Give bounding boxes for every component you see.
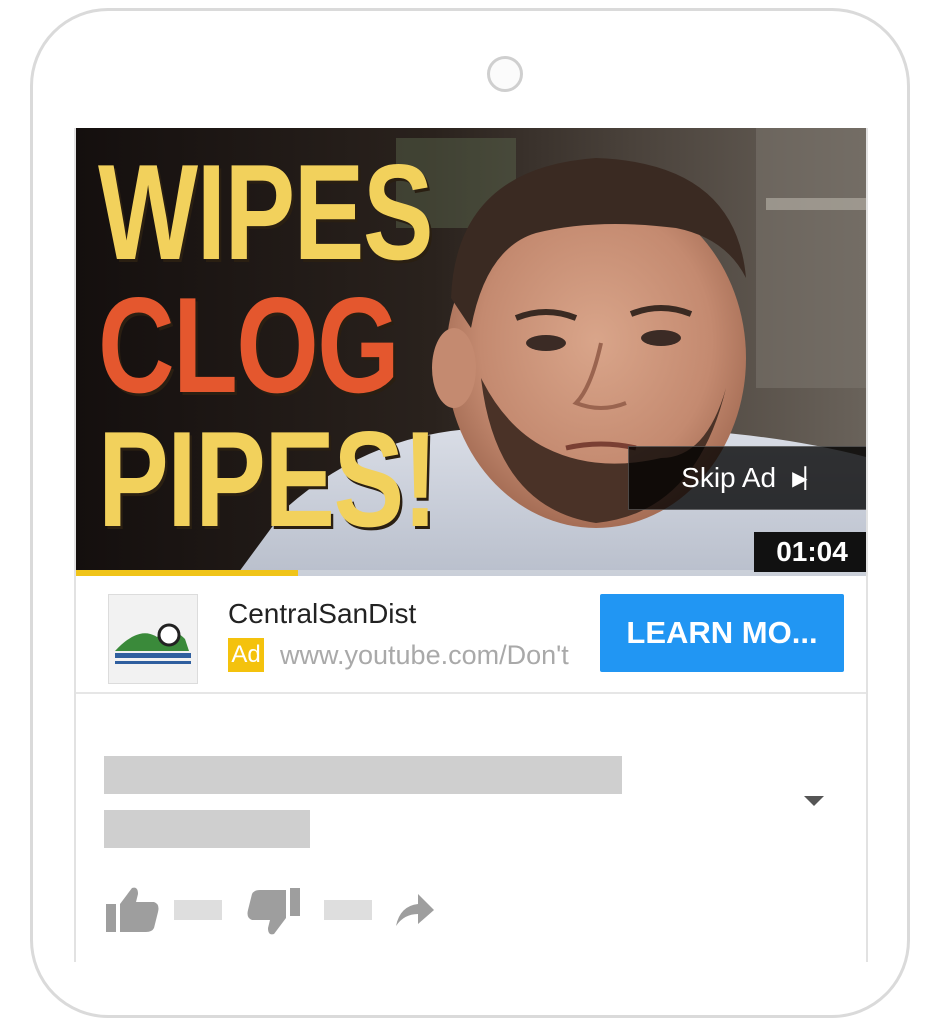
ad-url[interactable]: www.youtube.com/Don't: [280, 640, 596, 671]
learn-more-button[interactable]: LEARN MO...: [600, 594, 844, 672]
share-icon[interactable]: [394, 892, 434, 928]
headline-line-2: CLOG: [98, 269, 400, 422]
chevron-down-icon[interactable]: [804, 796, 824, 806]
video-actions-row: [104, 882, 504, 938]
camera-icon: [487, 56, 523, 92]
youtube-screen: WIPES CLOG PIPES! Skip Ad ▶▏ 01:04 Centr…: [74, 128, 868, 962]
skip-next-icon: ▶▏: [792, 467, 820, 490]
dislike-count-placeholder: [324, 900, 372, 920]
video-subtitle-placeholder: [104, 810, 310, 848]
like-count-placeholder: [174, 900, 222, 920]
thumbs-up-icon[interactable]: [104, 884, 160, 934]
headline-line-3: PIPES!: [98, 402, 438, 555]
skip-ad-label: Skip Ad: [681, 462, 777, 493]
thumbs-down-icon[interactable]: [246, 886, 302, 938]
ad-info-bar: CentralSanDist Ad www.youtube.com/Don't …: [76, 576, 866, 694]
video-player[interactable]: WIPES CLOG PIPES! Skip Ad ▶▏ 01:04: [76, 128, 866, 576]
video-headline-text: WIPES CLOG PIPES!: [98, 136, 438, 555]
skip-ad-button[interactable]: Skip Ad ▶▏: [628, 446, 866, 510]
ad-badge: Ad: [228, 638, 264, 672]
ad-countdown-timer: 01:04: [754, 532, 866, 572]
headline-line-1: WIPES: [98, 136, 434, 288]
advertiser-logo[interactable]: [108, 594, 198, 684]
advertiser-name[interactable]: CentralSanDist: [228, 598, 416, 630]
video-title-placeholder: [104, 756, 622, 794]
